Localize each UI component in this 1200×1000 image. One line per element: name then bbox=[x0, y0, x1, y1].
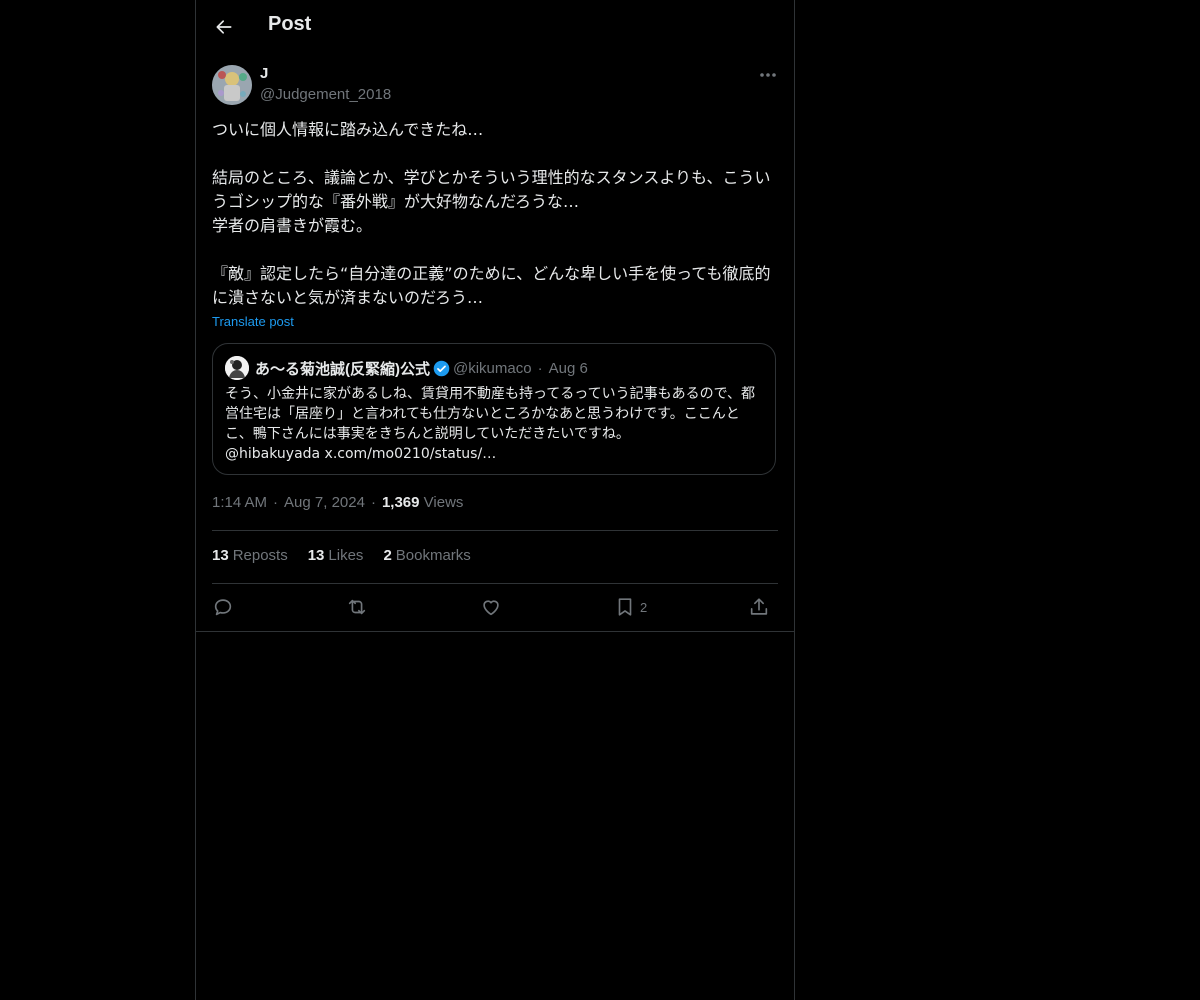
views-count: 1,369 bbox=[381, 494, 420, 511]
bookmark-button[interactable]: 2 bbox=[614, 590, 647, 624]
share-button[interactable] bbox=[748, 590, 770, 624]
more-horizontal-icon bbox=[760, 73, 776, 77]
action-bar: 2 bbox=[212, 590, 778, 624]
divider bbox=[212, 583, 778, 584]
post-time[interactable]: 1:14 AM bbox=[212, 494, 267, 511]
bookmark-icon bbox=[618, 598, 632, 616]
reply-button[interactable] bbox=[212, 590, 234, 624]
quote-text: そう、小金井に家があるしね、賃貸用不動産も持ってるっていう記事もあるので、都営住… bbox=[225, 386, 756, 462]
repost-button[interactable] bbox=[346, 590, 368, 624]
verified-badge-icon bbox=[433, 360, 450, 377]
post-column: Post J @Judgement_2018 ついに個人情報に踏み込んできたね…… bbox=[195, 0, 795, 1000]
likes-label: Likes bbox=[328, 547, 364, 564]
likes-count: 13 bbox=[307, 547, 325, 564]
more-options-button[interactable] bbox=[756, 64, 780, 86]
post-header: Post bbox=[196, 0, 794, 53]
reposts-count: 13 bbox=[212, 547, 229, 564]
bookmarks-count: 2 bbox=[383, 547, 392, 564]
back-button[interactable] bbox=[208, 11, 240, 43]
translate-post-link[interactable]: Translate post bbox=[212, 314, 294, 329]
post-bottom-border bbox=[196, 631, 794, 632]
author-handle[interactable]: @Judgement_2018 bbox=[260, 86, 391, 103]
meta-separator: · bbox=[273, 494, 279, 511]
quote-display-name: あ〜る菊池誠(反緊縮)公式 bbox=[255, 361, 430, 378]
reply-icon bbox=[214, 599, 232, 616]
repost-icon bbox=[348, 599, 366, 615]
reposts-stat[interactable]: 13 Reposts bbox=[212, 547, 288, 564]
page-title: Post bbox=[268, 13, 312, 35]
avatar-image-icon bbox=[212, 65, 252, 105]
post-stats: 13 Reposts 13 Likes 2 Bookmarks bbox=[212, 547, 471, 564]
arrow-left-icon bbox=[216, 20, 232, 34]
post-date[interactable]: Aug 7, 2024 bbox=[284, 494, 365, 511]
share-icon bbox=[750, 598, 768, 615]
post-meta: 1:14 AM · Aug 7, 2024 · 1,369 Views bbox=[212, 494, 463, 511]
bookmarks-label: Bookmarks bbox=[395, 547, 471, 564]
quote-avatar-image-icon bbox=[225, 356, 249, 380]
likes-stat[interactable]: 13 Likes bbox=[308, 547, 364, 564]
author-display-name[interactable]: J bbox=[260, 65, 268, 82]
divider bbox=[212, 530, 778, 531]
like-button[interactable] bbox=[480, 590, 502, 624]
meta-separator: · bbox=[370, 494, 376, 511]
quote-header: あ〜る菊池誠(反緊縮)公式 @kikumaco · Aug 6 bbox=[255, 358, 588, 379]
avatar[interactable] bbox=[212, 65, 252, 105]
quoted-post[interactable]: あ〜る菊池誠(反緊縮)公式 @kikumaco · Aug 6 そう、小金井に家… bbox=[212, 343, 776, 475]
quote-handle: @kikumaco bbox=[453, 360, 532, 377]
views-label: Views bbox=[423, 494, 464, 511]
reposts-label: Reposts bbox=[232, 547, 288, 564]
bookmark-count: 2 bbox=[640, 599, 648, 615]
bookmarks-stat[interactable]: 2 Bookmarks bbox=[383, 547, 470, 564]
heart-icon bbox=[483, 600, 499, 616]
quote-avatar bbox=[225, 356, 249, 380]
quote-date: Aug 6 bbox=[548, 360, 588, 377]
quote-separator: · bbox=[537, 360, 543, 377]
post-text: ついに個人情報に踏み込んできたね… 結局のところ、議論とか、学びとかそういう理性… bbox=[212, 120, 771, 307]
